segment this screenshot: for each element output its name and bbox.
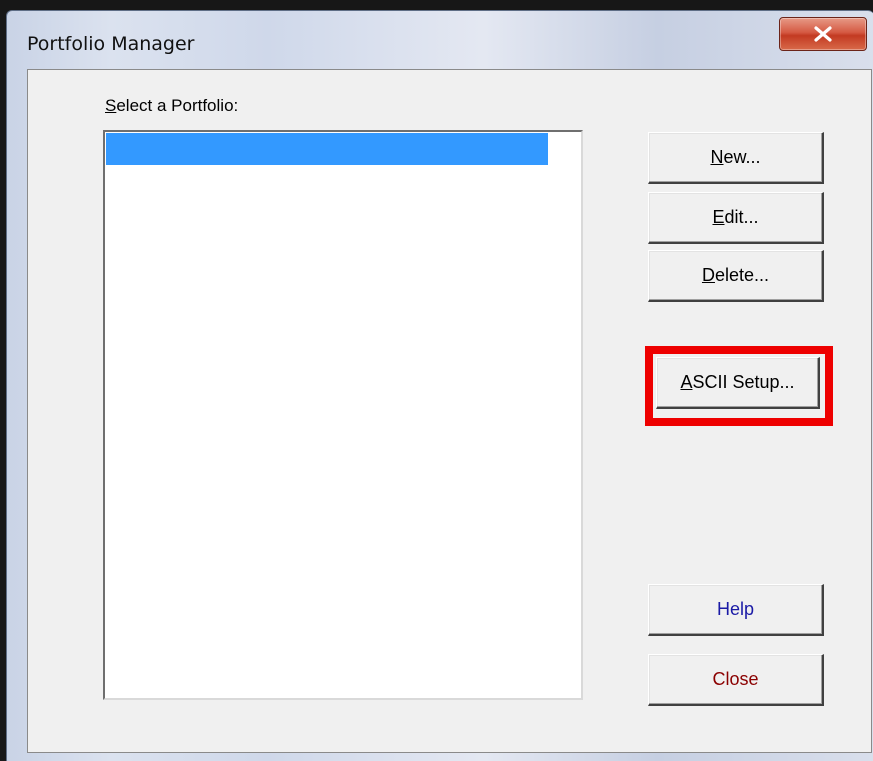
- new-button-label: ew...: [723, 147, 761, 167]
- ascii-setup-button-label: SCII Setup...: [692, 372, 795, 392]
- mnemonic-a: A: [680, 372, 693, 392]
- delete-button-label: elete...: [714, 265, 770, 285]
- window-title: Portfolio Manager: [27, 33, 195, 55]
- mnemonic-d: D: [701, 265, 715, 285]
- portfolio-listbox[interactable]: [103, 130, 583, 700]
- delete-button[interactable]: Delete...: [648, 250, 824, 302]
- dialog-client-area: Select a Portfolio: New... Edit... Delet…: [27, 69, 872, 753]
- new-button[interactable]: New...: [648, 132, 824, 184]
- mnemonic-n: N: [710, 147, 724, 167]
- edit-button-label: dit...: [724, 207, 759, 227]
- close-button[interactable]: Close: [648, 654, 824, 706]
- screen: Portfolio Manager Select a Portfolio: Ne…: [0, 0, 873, 761]
- select-label-text: elect a Portfolio:: [116, 96, 239, 115]
- ascii-setup-button[interactable]: A SCII Setup...: [656, 357, 820, 409]
- close-icon: [814, 26, 832, 42]
- close-window-button[interactable]: [779, 17, 867, 51]
- dialog-window: Portfolio Manager Select a Portfolio: Ne…: [6, 10, 873, 761]
- select-portfolio-label: Select a Portfolio:: [105, 96, 238, 116]
- mnemonic-s: S: [105, 96, 117, 115]
- edit-button[interactable]: Edit...: [648, 192, 824, 244]
- portfolio-list-item[interactable]: [106, 133, 548, 165]
- mnemonic-e: E: [712, 207, 725, 227]
- help-button[interactable]: Help: [648, 584, 824, 636]
- title-bar[interactable]: Portfolio Manager: [7, 11, 873, 71]
